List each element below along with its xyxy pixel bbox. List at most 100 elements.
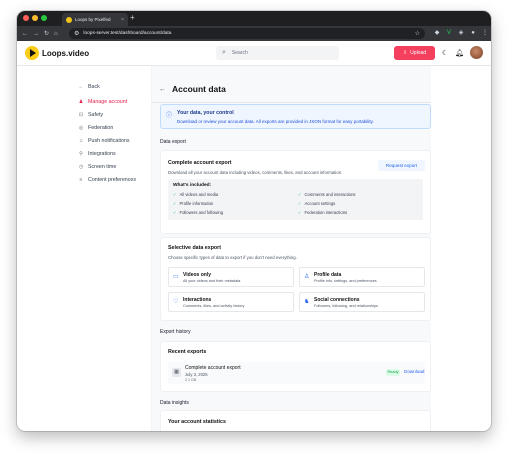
option-desc: Followers, following, and relationships xyxy=(314,304,378,308)
export-option-social[interactable]: ♞ Social connections Followers, followin… xyxy=(299,292,425,312)
browser-window: Loops by Pixelfed × + ← → ↻ ⌂ ⚙ loops-se… xyxy=(17,11,491,431)
profile-icon: ♙ xyxy=(304,274,310,280)
export-size: 2.1 GB xyxy=(185,378,197,382)
sidebar-item-label: Manage account xyxy=(88,98,128,105)
selective-export-title: Selective data export xyxy=(168,245,221,251)
vue-devtools-icon[interactable]: V xyxy=(445,29,453,37)
request-export-button[interactable]: Request export xyxy=(378,160,425,171)
page-title: ← Account data xyxy=(159,84,226,94)
avatar[interactable] xyxy=(470,46,483,59)
back-arrow-icon: ← xyxy=(78,83,84,90)
notification-bell-icon[interactable]: 🔔︎ xyxy=(455,49,464,57)
more-menu-icon[interactable]: ⋮ xyxy=(481,29,489,37)
shield-icon[interactable]: ◈ xyxy=(457,29,465,37)
included-item: ✓ All videos and media xyxy=(173,192,219,197)
logo[interactable]: Loops.video xyxy=(25,46,89,60)
page-title-text: Account data xyxy=(172,84,226,94)
sidebar-item-label: Integrations xyxy=(88,150,116,157)
sidebar-item-integrations[interactable]: ⚲ Integrations xyxy=(78,149,116,158)
lock-icon: ⊡ xyxy=(78,111,84,118)
section-label-data-insights: Data insights xyxy=(160,400,189,406)
check-icon: ✓ xyxy=(298,201,302,206)
option-title: Interactions xyxy=(183,297,212,303)
sidebar-back-link[interactable]: ← Back xyxy=(78,82,100,91)
maximize-window-button[interactable] xyxy=(41,15,47,21)
option-title: Profile data xyxy=(314,272,342,278)
address-bar[interactable]: ⚙ loops-server.test/dashboard/account/da… xyxy=(69,28,425,39)
forward-arrow-icon[interactable]: → xyxy=(33,31,39,37)
recent-exports-card: Recent exports ▦ Complete account export… xyxy=(160,341,431,392)
clock-icon: ◷ xyxy=(78,163,84,170)
check-icon: ✓ xyxy=(173,210,177,215)
status-badge: Ready xyxy=(386,369,400,376)
tab-title: Loops by Pixelfed xyxy=(75,17,111,22)
check-icon: ✓ xyxy=(173,201,177,206)
info-banner: ⓘ Your data, your control Download or re… xyxy=(160,104,431,129)
included-item: ✓ Federation interactions xyxy=(298,210,348,215)
search-placeholder: Search xyxy=(231,50,248,56)
complete-export-desc: Download all your account data including… xyxy=(168,170,343,175)
info-icon: ⓘ xyxy=(166,113,173,119)
upload-label: Upload xyxy=(410,50,427,56)
bookmark-star-icon[interactable]: ☆ xyxy=(415,30,420,37)
sidebar-item-label: Safety xyxy=(88,111,104,118)
app-header: Loops.video ⌕ Search ⇪ Upload ☾ 🔔︎ xyxy=(17,41,491,66)
selective-export-card: Selective data export Choose specific ty… xyxy=(160,237,431,321)
complete-export-title: Complete account export xyxy=(168,160,232,166)
included-item: ✓ Comments and interactions xyxy=(298,192,356,197)
profile-icon[interactable]: ● xyxy=(469,29,477,37)
back-arrow-icon[interactable]: ← xyxy=(159,86,166,93)
sidebar-item-federation[interactable]: ◎ Federation xyxy=(78,123,114,132)
sidebar xyxy=(17,66,138,431)
sidebar-item-manage-account[interactable]: ♟ Manage account xyxy=(78,97,127,106)
account-stats-card: Your account statistics xyxy=(160,410,431,431)
included-item: ✓ Account settings xyxy=(298,201,336,206)
plug-icon: ⚲ xyxy=(79,150,83,157)
option-desc: Comments, likes, and activity history xyxy=(183,304,245,308)
export-date: July 3, 2025 xyxy=(185,372,208,377)
check-icon: ✓ xyxy=(298,210,302,215)
check-icon: ✓ xyxy=(298,192,302,197)
minimize-window-button[interactable] xyxy=(32,15,38,21)
home-icon[interactable]: ⌂ xyxy=(54,31,58,37)
logo-mark-icon xyxy=(25,46,39,60)
back-arrow-icon[interactable]: ← xyxy=(22,31,28,37)
close-window-button[interactable] xyxy=(23,15,29,21)
export-option-videos[interactable]: ▭ Videos only All your videos and their … xyxy=(168,267,294,287)
sidebar-item-content-preferences[interactable]: ≡ Content preferences xyxy=(78,175,136,184)
heart-icon: ♡ xyxy=(173,299,179,305)
browser-tab[interactable]: Loops by Pixelfed × xyxy=(62,13,128,26)
url-text: loops-server.test/dashboard/account/data xyxy=(83,31,172,36)
sidebar-item-label: Content preferences xyxy=(88,176,136,183)
browser-toolbar: ← → ↻ ⌂ ⚙ loops-server.test/dashboard/ac… xyxy=(17,26,491,41)
stats-title: Your account statistics xyxy=(168,419,226,425)
sidebar-item-safety[interactable]: ⊡ Safety xyxy=(78,110,103,119)
tab-close-icon[interactable]: × xyxy=(121,17,124,23)
globe-icon: ◎ xyxy=(78,124,84,131)
export-option-interactions[interactable]: ♡ Interactions Comments, likes, and acti… xyxy=(168,292,294,312)
section-label-data-export: Data export xyxy=(160,139,186,145)
download-link[interactable]: Download xyxy=(404,369,424,374)
upload-icon: ⇪ xyxy=(402,50,408,56)
new-tab-button[interactable]: + xyxy=(130,13,135,22)
info-desc: Download or review your account data. Al… xyxy=(177,119,374,124)
sidebar-item-push-notifications[interactable]: ♫ Push notifications xyxy=(78,136,129,145)
divider xyxy=(151,102,431,103)
option-desc: All your videos and their metadata xyxy=(183,279,241,283)
bell-icon: ♫ xyxy=(79,137,83,144)
theme-toggle-moon-icon[interactable]: ☾ xyxy=(442,49,448,57)
archive-icon: ▦ xyxy=(172,368,181,377)
site-info-icon[interactable]: ⚙ xyxy=(74,30,79,37)
extension-icon[interactable]: ◆ xyxy=(433,29,441,37)
option-title: Videos only xyxy=(183,272,211,278)
section-label-export-history: Export history xyxy=(160,329,191,335)
sidebar-item-screen-time[interactable]: ◷ Screen time xyxy=(78,162,116,171)
reload-icon[interactable]: ↻ xyxy=(44,30,49,37)
included-item: ✓ Profile information xyxy=(173,201,214,206)
included-title: What's included: xyxy=(173,183,212,188)
export-option-profile[interactable]: ♙ Profile data Profile info, settings, a… xyxy=(299,267,425,287)
selective-export-desc: Choose specific types of data to export … xyxy=(168,255,297,260)
upload-button[interactable]: ⇪ Upload xyxy=(394,46,435,60)
search-input[interactable]: ⌕ Search xyxy=(216,46,339,60)
users-icon: ♞ xyxy=(304,299,310,305)
